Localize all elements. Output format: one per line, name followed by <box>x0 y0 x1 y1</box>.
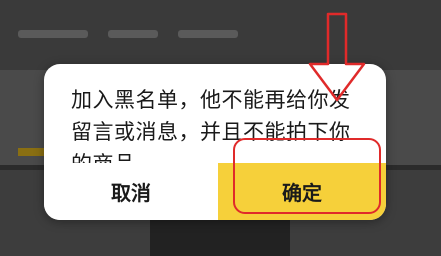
background-accent <box>18 148 44 156</box>
cancel-button[interactable]: 取消 <box>44 163 218 220</box>
background-tab <box>18 30 88 38</box>
down-arrow-outline-icon <box>308 12 366 102</box>
background-tab <box>108 30 158 38</box>
screen: 加入黑名单，他不能再给你发留言或消息，并且不能拍下你的商品 取消 确定 <box>0 0 441 256</box>
confirm-button-highlight <box>233 138 381 214</box>
background-tab <box>178 30 238 38</box>
